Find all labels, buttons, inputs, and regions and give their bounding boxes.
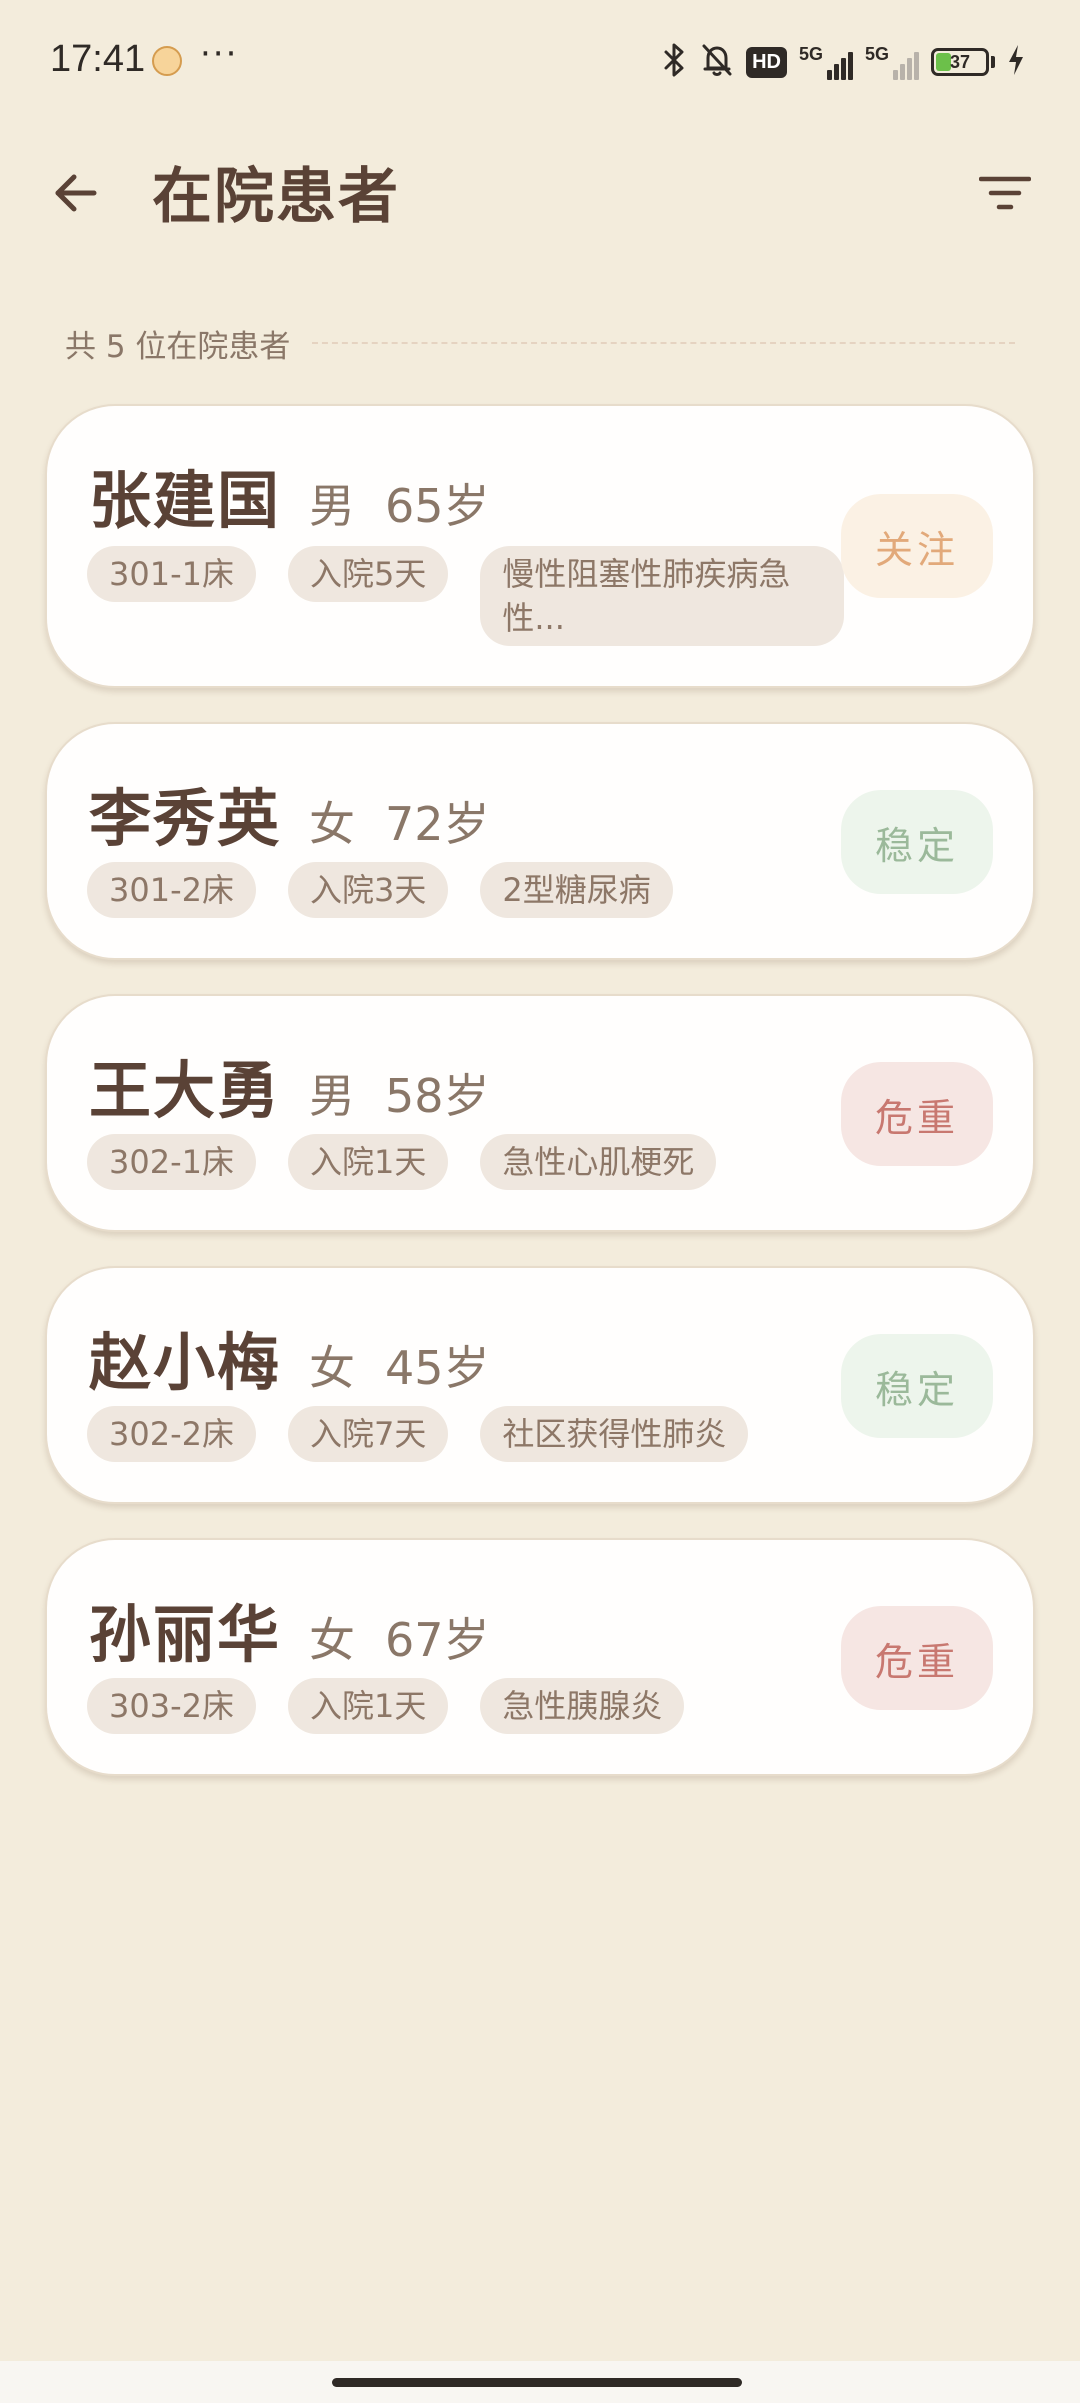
admission-days-tag: 入院1天: [288, 1134, 449, 1190]
patient-age: 45岁: [385, 1341, 490, 1395]
admission-days-tag: 入院7天: [288, 1406, 449, 1462]
more-notifications-icon: ···: [200, 34, 239, 74]
patient-age: 67岁: [385, 1613, 490, 1667]
diagnosis-tag: 2型糖尿病: [480, 862, 673, 918]
lightning-icon: [1007, 44, 1025, 81]
patient-gender: 男: [309, 479, 356, 533]
status-bar: 17:41 ··· HD 5G 5G 37: [0, 0, 1080, 120]
bed-tag: 302-2床: [87, 1406, 256, 1462]
patient-card[interactable]: 赵小梅 女 45岁 302-2床 入院7天 社区获得性肺炎 稳定: [45, 1266, 1035, 1504]
patient-name: 赵小梅: [89, 1326, 282, 1399]
bed-tag: 303-2床: [87, 1678, 256, 1734]
divider: [312, 342, 1015, 344]
patient-gender: 男: [309, 1069, 356, 1123]
battery-cap: [991, 56, 995, 68]
diagnosis-tag: 急性胰腺炎: [480, 1678, 685, 1734]
patient-count-row: 共 5 位在院患者: [65, 318, 1015, 368]
bed-tag: 302-1床: [87, 1134, 256, 1190]
patient-name: 张建国: [89, 464, 282, 537]
diagnosis-tag: 社区获得性肺炎: [480, 1406, 749, 1462]
battery-icon: 37: [931, 48, 989, 76]
app-notification-icon: [152, 46, 182, 76]
admission-days-tag: 入院1天: [288, 1678, 449, 1734]
patient-list: 张建国 男 65岁 301-1床 入院5天 慢性阻塞性肺疾病急性... 关注 李…: [45, 404, 1035, 1810]
patient-card[interactable]: 王大勇 男 58岁 302-1床 入院1天 急性心肌梗死 危重: [45, 994, 1035, 1232]
status-badge: 关注: [841, 494, 993, 598]
patient-age: 58岁: [385, 1069, 490, 1123]
hd-voice-badge: HD: [746, 46, 787, 78]
admission-days-tag: 入院5天: [288, 546, 449, 602]
battery-level: 37: [949, 51, 971, 72]
back-button[interactable]: [40, 160, 110, 230]
patient-card[interactable]: 李秀英 女 72岁 301-2床 入院3天 2型糖尿病 稳定: [45, 722, 1035, 960]
status-time: 17:41: [50, 38, 146, 80]
diagnosis-tag: 慢性阻塞性肺疾病急性...: [480, 546, 845, 646]
filter-icon: [978, 173, 1032, 217]
status-badge: 稳定: [841, 790, 993, 894]
arrow-left-icon: [50, 168, 100, 222]
patient-count-text: 共 5 位在院患者: [65, 328, 291, 365]
patient-card[interactable]: 孙丽华 女 67岁 303-2床 入院1天 急性胰腺炎 危重: [45, 1538, 1035, 1776]
bluetooth-icon: [660, 42, 688, 83]
patient-card[interactable]: 张建国 男 65岁 301-1床 入院5天 慢性阻塞性肺疾病急性... 关注: [45, 404, 1035, 688]
patient-gender: 女: [309, 1613, 356, 1667]
signal-strength-icon-1: 5G: [799, 44, 853, 80]
patient-gender: 女: [309, 797, 356, 851]
status-badge: 危重: [841, 1606, 993, 1710]
admission-days-tag: 入院3天: [288, 862, 449, 918]
bed-tag: 301-1床: [87, 546, 256, 602]
status-badge: 危重: [841, 1062, 993, 1166]
filter-button[interactable]: [970, 160, 1040, 230]
home-indicator[interactable]: [332, 2378, 742, 2387]
signal-strength-icon-2: 5G: [865, 44, 919, 80]
patient-name: 李秀英: [89, 782, 282, 855]
patient-name: 孙丽华: [89, 1598, 282, 1671]
app-bar: 在院患者: [0, 130, 1080, 250]
patient-age: 65岁: [385, 479, 490, 533]
patient-age: 72岁: [385, 797, 490, 851]
bed-tag: 301-2床: [87, 862, 256, 918]
patient-gender: 女: [309, 1341, 356, 1395]
patient-name: 王大勇: [89, 1054, 282, 1127]
diagnosis-tag: 急性心肌梗死: [480, 1134, 717, 1190]
page-title: 在院患者: [152, 162, 400, 232]
bell-off-icon: [700, 42, 734, 83]
status-icons: HD 5G 5G 37: [660, 40, 1025, 84]
status-badge: 稳定: [841, 1334, 993, 1438]
